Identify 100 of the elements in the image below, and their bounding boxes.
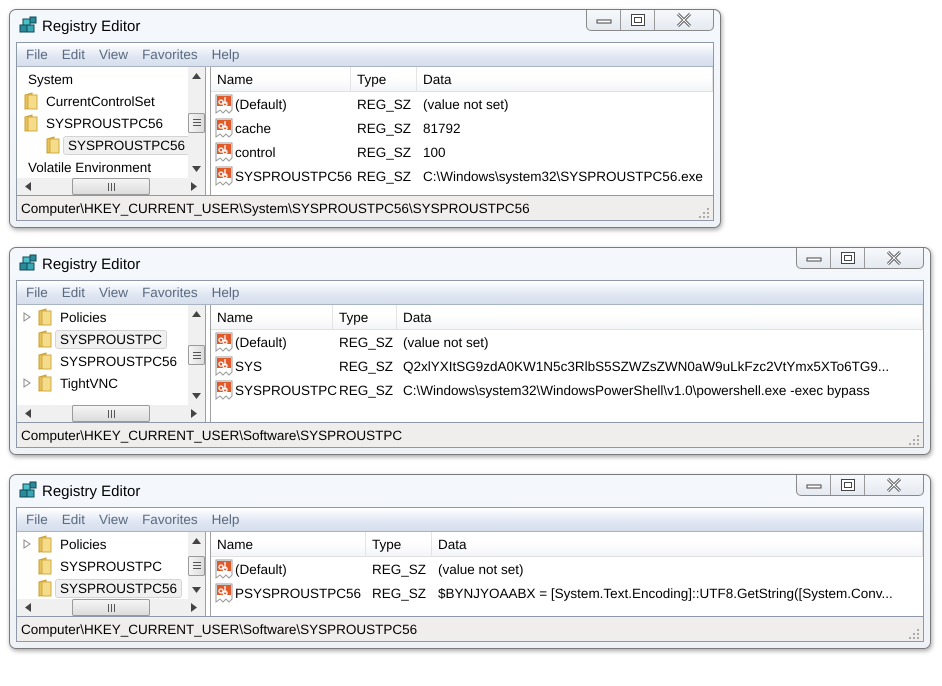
horizontal-scrollbar[interactable] xyxy=(17,405,205,422)
scroll-left-icon[interactable] xyxy=(25,182,31,191)
expand-icon[interactable] xyxy=(23,312,31,322)
string-value-icon xyxy=(215,583,233,603)
value-name: PSYSPROUSTPC56 xyxy=(235,586,362,600)
menu-item[interactable]: Favorites xyxy=(135,512,205,527)
value-name: (Default) xyxy=(235,562,287,576)
menu-item[interactable]: File xyxy=(19,47,55,62)
value-data: 81792 xyxy=(422,120,462,136)
string-value-icon xyxy=(215,142,233,162)
tree-item[interactable]: SYSPROUSTPC xyxy=(55,556,168,576)
tree-item[interactable]: SYSPROUSTPC56 xyxy=(55,352,182,370)
resize-grip-icon[interactable] xyxy=(699,208,709,218)
folder-icon xyxy=(37,308,53,326)
expand-icon[interactable] xyxy=(23,378,31,388)
tree-item[interactable]: Policies xyxy=(55,308,112,326)
scroll-up-icon[interactable] xyxy=(192,538,201,544)
close-icon xyxy=(885,478,903,492)
tree-item[interactable]: Volatile Environment xyxy=(23,158,156,176)
value-type: REG_SZ xyxy=(338,334,394,350)
tree-item[interactable]: SYSPROUSTPC56 xyxy=(63,136,188,154)
value-type: REG_SZ xyxy=(371,586,428,600)
key-path: Computer\HKEY_CURRENT_USER\Software\SYSPROUSTPC xyxy=(21,428,402,442)
vertical-scrollbar[interactable] xyxy=(188,305,205,405)
menu-item[interactable]: View xyxy=(92,285,136,300)
resize-grip-icon[interactable] xyxy=(909,435,919,445)
menu-item[interactable]: Help xyxy=(204,47,246,62)
scroll-left-icon[interactable] xyxy=(25,603,31,612)
folder-icon xyxy=(37,579,53,597)
window-title: Registry Editor xyxy=(42,18,140,34)
scroll-up-icon[interactable] xyxy=(192,311,201,317)
column-header[interactable]: Type xyxy=(366,532,432,556)
vertical-scrollbar[interactable] xyxy=(188,67,205,178)
menu-item[interactable]: Help xyxy=(204,285,246,300)
column-header[interactable]: Name xyxy=(211,532,366,556)
tree-item[interactable]: SYSPROUSTPC56 xyxy=(41,114,168,132)
string-value-icon xyxy=(215,166,233,186)
folder-icon xyxy=(37,352,53,370)
tree-item[interactable]: SYSPROUSTPC xyxy=(55,330,168,348)
value-type: REG_SZ xyxy=(356,168,412,184)
horizontal-scrollbar[interactable] xyxy=(17,178,205,195)
folder-icon xyxy=(37,557,53,575)
scroll-left-icon[interactable] xyxy=(25,409,31,418)
value-name: cache xyxy=(235,120,272,136)
menu-item[interactable]: View xyxy=(92,512,136,527)
horizontal-scrollbar[interactable] xyxy=(17,599,205,616)
string-value-icon xyxy=(215,559,233,579)
string-value-icon xyxy=(215,332,233,352)
menu-item[interactable]: Favorites xyxy=(135,47,205,62)
menu-item[interactable]: File xyxy=(19,285,55,300)
folder-icon xyxy=(45,136,61,154)
resize-grip-icon[interactable] xyxy=(909,629,919,639)
column-header[interactable]: Name xyxy=(211,305,333,329)
column-header[interactable]: Name xyxy=(211,67,351,91)
column-header[interactable]: Type xyxy=(333,305,397,329)
expand-icon[interactable] xyxy=(23,539,31,549)
tree-item[interactable]: SYSPROUSTPC56 xyxy=(55,578,182,598)
scroll-down-icon[interactable] xyxy=(192,166,201,172)
column-header[interactable]: Data xyxy=(397,305,923,329)
folder-icon xyxy=(23,114,39,132)
menu-item[interactable]: View xyxy=(92,47,136,62)
maximize-icon xyxy=(840,251,856,265)
value-name: SYSPROUSTPC56 xyxy=(235,168,352,184)
value-data: C:\Windows\system32\SYSPROUSTPC56.exe xyxy=(422,168,704,184)
column-header[interactable]: Data xyxy=(432,532,923,556)
scroll-right-icon[interactable] xyxy=(191,182,197,191)
folder-icon xyxy=(37,535,53,553)
string-value-icon xyxy=(215,380,233,400)
value-name: control xyxy=(235,144,276,160)
folder-icon xyxy=(37,330,53,348)
close-icon xyxy=(885,251,903,265)
value-data: C:\Windows\system32\WindowsPowerShell\v1.0\powershell.exe -exec bypass xyxy=(402,382,871,398)
scroll-up-icon[interactable] xyxy=(192,73,201,79)
string-value-icon xyxy=(215,94,233,114)
menu-item[interactable]: Edit xyxy=(54,512,92,527)
maximize-icon xyxy=(630,13,646,27)
value-data: $BYNJYOAABX = [System.Text.Encoding]::UTF8.GetString([System.Conv... xyxy=(437,586,894,600)
scroll-right-icon[interactable] xyxy=(191,409,197,418)
tree-item[interactable]: Policies xyxy=(55,534,112,554)
scroll-down-icon[interactable] xyxy=(192,587,201,593)
window-title: Registry Editor xyxy=(42,256,140,272)
tree-item[interactable]: TightVNC xyxy=(55,374,124,392)
menu-item[interactable]: Edit xyxy=(54,285,92,300)
value-type: REG_SZ xyxy=(338,382,394,398)
menu-item[interactable]: Edit xyxy=(54,47,92,62)
value-name: (Default) xyxy=(235,334,287,350)
menu-item[interactable]: File xyxy=(19,512,55,527)
tree-item[interactable]: CurrentControlSet xyxy=(41,92,160,110)
menu-item[interactable]: Help xyxy=(204,512,246,527)
column-header[interactable]: Type xyxy=(351,67,417,91)
column-header[interactable]: Data xyxy=(417,67,713,91)
scroll-down-icon[interactable] xyxy=(192,393,201,399)
window-title: Registry Editor xyxy=(42,482,140,500)
close-icon xyxy=(675,13,693,27)
menu-item[interactable]: Favorites xyxy=(135,285,205,300)
value-data: (value not set) xyxy=(422,96,510,112)
tree-item[interactable]: System xyxy=(23,70,78,88)
value-type: REG_SZ xyxy=(338,358,394,374)
scroll-right-icon[interactable] xyxy=(191,603,197,612)
vertical-scrollbar[interactable] xyxy=(188,532,205,599)
